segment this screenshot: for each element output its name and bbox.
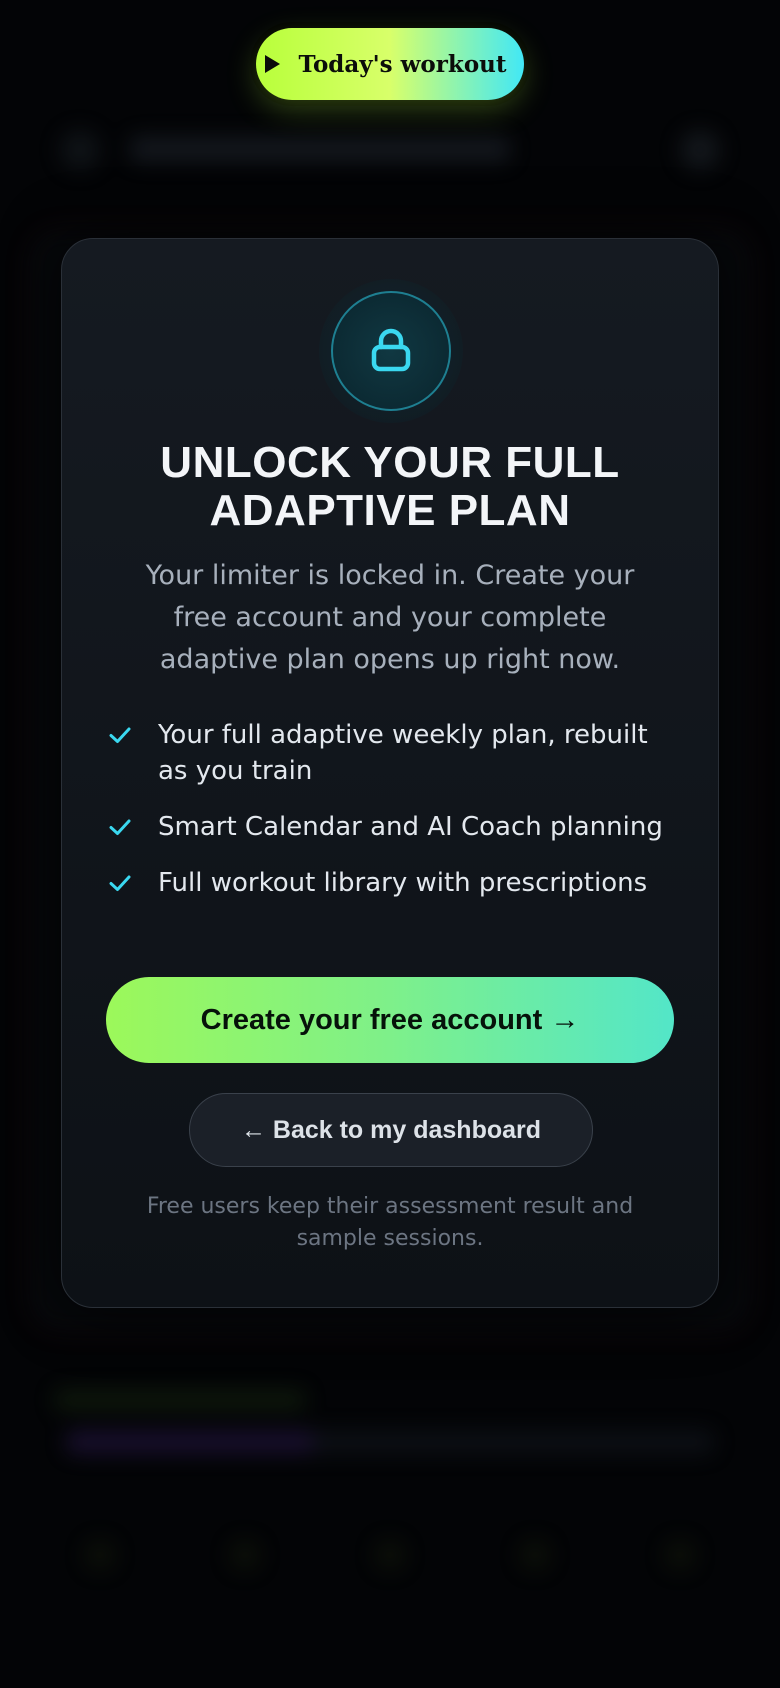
bg-nav-dot xyxy=(230,1540,260,1570)
feature-list: Your full adaptive weekly plan, rebuilt … xyxy=(108,717,678,921)
bg-nav-dot xyxy=(520,1540,550,1570)
feature-item: Full workout library with prescriptions xyxy=(108,865,678,901)
bg-nav-dot xyxy=(665,1540,695,1570)
todays-workout-button[interactable]: Today's workout xyxy=(256,28,524,100)
play-icon xyxy=(265,55,281,73)
bg-progress-label xyxy=(55,1390,305,1410)
feature-text: Full workout library with prescriptions xyxy=(158,868,648,898)
todays-workout-label: Today's workout xyxy=(298,50,507,78)
modal-subtitle: Your limiter is locked in. Create your f… xyxy=(145,560,635,675)
bg-nav-dot xyxy=(375,1540,405,1570)
bg-bell-icon xyxy=(680,130,720,170)
check-icon xyxy=(109,875,131,891)
lock-icon xyxy=(371,328,411,372)
bg-avatar xyxy=(60,130,100,170)
modal-title-line-1: UNLOCK YOUR FULL xyxy=(160,438,620,487)
check-icon xyxy=(109,819,131,835)
bg-header xyxy=(40,120,740,180)
create-account-button[interactable]: Create your free account → xyxy=(106,977,674,1063)
bg-nav-dot xyxy=(85,1540,115,1570)
modal-title-line-2: ADAPTIVE PLAN xyxy=(209,486,571,535)
free-users-note: Free users keep their assessment result … xyxy=(146,1194,634,1251)
bg-progress-fill xyxy=(65,1430,315,1454)
feature-item: Your full adaptive weekly plan, rebuilt … xyxy=(108,717,678,789)
feature-item: Smart Calendar and AI Coach planning xyxy=(108,809,678,845)
lock-badge xyxy=(331,291,451,411)
feature-text: Your full adaptive weekly plan, rebuilt … xyxy=(158,720,648,786)
unlock-plan-modal: UNLOCK YOUR FULL ADAPTIVE PLAN Your limi… xyxy=(61,238,719,1308)
bg-title xyxy=(130,136,510,162)
back-to-dashboard-button[interactable]: ← Back to my dashboard xyxy=(189,1093,593,1167)
feature-text: Smart Calendar and AI Coach planning xyxy=(158,812,663,842)
app-screen: Today's workout UNLOCK YOUR FULL ADAPTIV… xyxy=(0,0,780,1688)
modal-title: UNLOCK YOUR FULL ADAPTIVE PLAN xyxy=(82,439,698,535)
check-icon xyxy=(109,727,131,743)
